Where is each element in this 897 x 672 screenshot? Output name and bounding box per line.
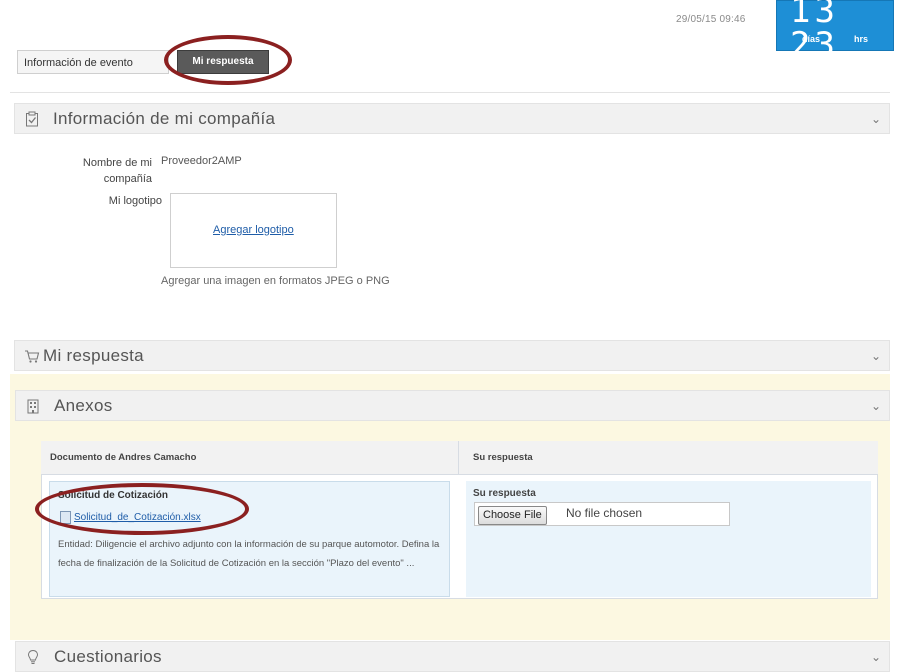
timer-hours-label: hrs bbox=[854, 34, 869, 44]
clipboard-check-icon bbox=[26, 111, 38, 127]
choose-file-button[interactable]: Choose File bbox=[478, 506, 547, 525]
section-header-questionnaires[interactable]: Cuestionarios ⌄ bbox=[15, 641, 890, 672]
section-title-response: Mi respuesta bbox=[43, 346, 144, 365]
document-description: Entidad: Diligencie el archivo adjunto c… bbox=[58, 539, 440, 569]
lightbulb-icon bbox=[27, 649, 39, 664]
add-logo-link[interactable]: Agregar logotipo bbox=[213, 224, 294, 236]
chevron-down-icon[interactable]: ⌄ bbox=[871, 349, 881, 363]
building-icon bbox=[27, 399, 39, 414]
company-name-value: Proveedor2AMP bbox=[161, 155, 242, 167]
section-title-attachments: Anexos bbox=[54, 396, 113, 415]
logo-format-hint: Agregar una imagen en formatos JPEG o PN… bbox=[161, 275, 390, 287]
response-label: Su respuesta bbox=[473, 488, 536, 499]
section-header-company[interactable]: Información de mi compañía ⌄ bbox=[14, 103, 890, 134]
table-header-response: Su respuesta bbox=[459, 441, 878, 475]
document-title: Solicitud de Cotización bbox=[58, 490, 169, 501]
tab-my-response[interactable]: Mi respuesta bbox=[177, 50, 269, 74]
section-title-company: Información de mi compañía bbox=[53, 109, 276, 128]
divider bbox=[10, 92, 890, 93]
file-status: No file chosen bbox=[566, 506, 643, 520]
tab-event-info[interactable]: Información de evento bbox=[17, 50, 169, 74]
column-header-document: Documento de Andres Camacho bbox=[50, 452, 197, 463]
chevron-down-icon[interactable]: ⌄ bbox=[871, 112, 881, 126]
chevron-down-icon[interactable]: ⌄ bbox=[871, 650, 881, 664]
logo-label: Mi logotipo bbox=[108, 195, 162, 207]
countdown-timer: 13 23 días hrs bbox=[776, 0, 894, 62]
timer-digits: 13 23 bbox=[790, 0, 839, 65]
chevron-down-icon[interactable]: ⌄ bbox=[871, 399, 881, 413]
section-title-questionnaires: Cuestionarios bbox=[54, 647, 162, 666]
column-header-response: Su respuesta bbox=[473, 452, 533, 463]
company-name-label: Nombre de mi compañía bbox=[82, 157, 152, 185]
section-header-attachments[interactable]: Anexos ⌄ bbox=[15, 390, 890, 421]
event-datetime: 29/05/15 09:46 bbox=[676, 14, 746, 25]
timer-days-label: días bbox=[802, 34, 821, 44]
table-header-document: Documento de Andres Camacho bbox=[41, 441, 459, 475]
shopping-cart-icon bbox=[25, 350, 40, 363]
file-icon bbox=[60, 511, 71, 524]
document-file-link[interactable]: Solicitud_de_Cotización.xlsx bbox=[74, 512, 201, 523]
section-header-response[interactable]: Mi respuesta ⌄ bbox=[14, 340, 890, 371]
